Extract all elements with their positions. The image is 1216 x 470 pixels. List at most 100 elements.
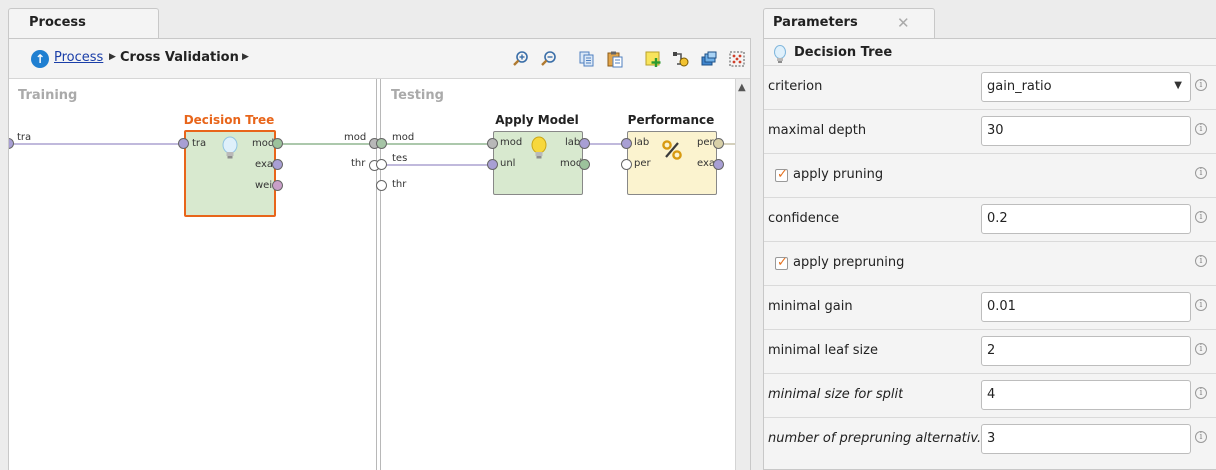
minimal-size-for-split-value: 4 (987, 387, 996, 402)
dt-in-tra-port[interactable] (178, 138, 189, 149)
criterion-select-value: gain_ratio (987, 79, 1052, 94)
param-row-criterion: criterion gain_ratio ▼ i (764, 65, 1216, 109)
training-input-port-label: tra (17, 132, 32, 143)
info-icon[interactable]: i (1195, 431, 1207, 443)
testing-label: Testing (391, 88, 444, 103)
zoom-in-icon[interactable] (511, 49, 531, 69)
parameters-operator-title: Decision Tree (794, 45, 893, 60)
fit-grid-icon[interactable] (727, 49, 747, 69)
decision-tree-operator[interactable]: tra mod exa wei (184, 130, 276, 217)
param-label: criterion (768, 79, 823, 94)
testing-in-mod-port[interactable] (376, 138, 387, 149)
tab-process[interactable]: Process (8, 8, 159, 39)
info-icon[interactable]: i (1195, 123, 1207, 135)
param-row-minimal-gain: minimal gain 0.01 i (764, 285, 1216, 329)
close-icon[interactable]: ✕ (897, 14, 910, 32)
copy-icon[interactable] (577, 49, 597, 69)
am-in-mod-port[interactable] (487, 138, 498, 149)
apply-pruning-checkbox[interactable]: ✓ (775, 167, 788, 182)
param-label: minimal gain (768, 299, 853, 314)
minimal-gain-field[interactable]: 0.01 (981, 292, 1191, 322)
am-in-mod-label: mod (500, 137, 523, 148)
perf-out-per-label: per (697, 137, 714, 148)
info-icon[interactable]: i (1195, 255, 1207, 267)
lightbulb-icon (222, 136, 238, 159)
perf-out-exa-port[interactable] (713, 159, 724, 170)
am-out-lab-port[interactable] (579, 138, 590, 149)
param-row-number-of-prepruning-alternatives: number of prepruning alternativ... 3 i (764, 417, 1216, 461)
param-label: confidence (768, 211, 840, 226)
minimal-gain-value: 0.01 (987, 299, 1016, 314)
dt-out-wei-port[interactable] (272, 180, 283, 191)
testing-in-tes-label: tes (392, 153, 408, 164)
canvas-vertical-scrollbar[interactable]: ▲ (735, 79, 750, 470)
app-window: Process ↑ Process ▶ Cross Validation ▶ T… (0, 0, 1216, 470)
info-icon[interactable]: i (1195, 387, 1207, 399)
confidence-field[interactable]: 0.2 (981, 204, 1191, 234)
am-out-mod-port[interactable] (579, 159, 590, 170)
param-label: minimal leaf size (768, 343, 878, 358)
layers-icon[interactable] (699, 49, 719, 69)
maximal-depth-value: 30 (987, 123, 1004, 138)
perf-in-lab-label: lab (634, 137, 650, 148)
testing-in-tes-port[interactable] (376, 159, 387, 170)
percent-icon (662, 140, 682, 160)
scroll-up-icon[interactable]: ▲ (738, 82, 746, 93)
testing-in-mod-label: mod (392, 132, 415, 143)
checkmark-icon: ✓ (777, 167, 788, 182)
apply-prepruning-checkbox[interactable]: ✓ (775, 255, 788, 270)
process-canvas[interactable]: Training Testing tra mod thr mod tes thr… (9, 78, 750, 470)
criterion-select[interactable]: gain_ratio ▼ (981, 72, 1191, 102)
param-row-minimal-leaf-size: minimal leaf size 2 i (764, 329, 1216, 373)
number-of-prepruning-alternatives-value: 3 (987, 431, 996, 446)
tab-process-label: Process (29, 15, 86, 30)
perf-in-per-port[interactable] (621, 159, 632, 170)
confidence-value: 0.2 (987, 211, 1008, 226)
dt-out-mod-label: mod (252, 138, 275, 149)
dt-out-exa-port[interactable] (272, 159, 283, 170)
apply-model-title: Apply Model (495, 113, 579, 127)
breadcrumb-current: Cross Validation (120, 50, 239, 65)
minimal-leaf-size-field[interactable]: 2 (981, 336, 1191, 366)
breadcrumb-expand-icon[interactable]: ▶ (242, 52, 249, 62)
auto-wire-icon[interactable] (671, 49, 691, 69)
testing-in-thr-port[interactable] (376, 180, 387, 191)
tab-parameters[interactable]: Parameters ✕ (763, 8, 935, 39)
checkmark-icon: ✓ (777, 255, 788, 270)
perf-in-per-label: per (634, 158, 651, 169)
number-of-prepruning-alternatives-field[interactable]: 3 (981, 424, 1191, 454)
param-row-apply-prepruning: ✓ apply prepruning i (764, 241, 1216, 285)
up-arrow-icon[interactable]: ↑ (31, 50, 49, 68)
zoom-out-icon[interactable] (539, 49, 559, 69)
paste-icon[interactable] (605, 49, 625, 69)
info-icon[interactable]: i (1195, 343, 1207, 355)
training-label: Training (18, 88, 78, 103)
param-row-apply-pruning: ✓ apply pruning i (764, 153, 1216, 197)
info-icon[interactable]: i (1195, 299, 1207, 311)
perf-in-lab-port[interactable] (621, 138, 632, 149)
minimal-size-for-split-field[interactable]: 4 (981, 380, 1191, 410)
dt-out-wei-label: wei (255, 180, 273, 191)
am-in-unl-port[interactable] (487, 159, 498, 170)
apply-model-operator[interactable]: mod unl lab mod (493, 131, 583, 195)
info-icon[interactable]: i (1195, 167, 1207, 179)
param-label: number of prepruning alternativ... (768, 431, 980, 446)
param-row-maximal-depth: maximal depth 30 i (764, 109, 1216, 153)
param-row-minimal-size-for-split: minimal size for split 4 i (764, 373, 1216, 417)
param-row-confidence: confidence 0.2 i (764, 197, 1216, 241)
info-icon[interactable]: i (1195, 79, 1207, 91)
add-note-icon[interactable] (643, 49, 663, 69)
performance-operator[interactable]: lab per per exa (627, 131, 717, 195)
info-icon[interactable]: i (1195, 211, 1207, 223)
minimal-leaf-size-value: 2 (987, 343, 996, 358)
decision-tree-title: Decision Tree (183, 113, 275, 127)
training-out-thr-label: thr (351, 158, 366, 169)
perf-out-per-port[interactable] (713, 138, 724, 149)
param-label: apply pruning (793, 167, 884, 182)
maximal-depth-field[interactable]: 30 (981, 116, 1191, 146)
chevron-down-icon: ▼ (1174, 80, 1182, 91)
breadcrumb-process-link[interactable]: Process (54, 50, 103, 65)
param-label: maximal depth (768, 123, 867, 138)
am-in-unl-label: unl (500, 158, 516, 169)
dt-out-mod-port[interactable] (272, 138, 283, 149)
